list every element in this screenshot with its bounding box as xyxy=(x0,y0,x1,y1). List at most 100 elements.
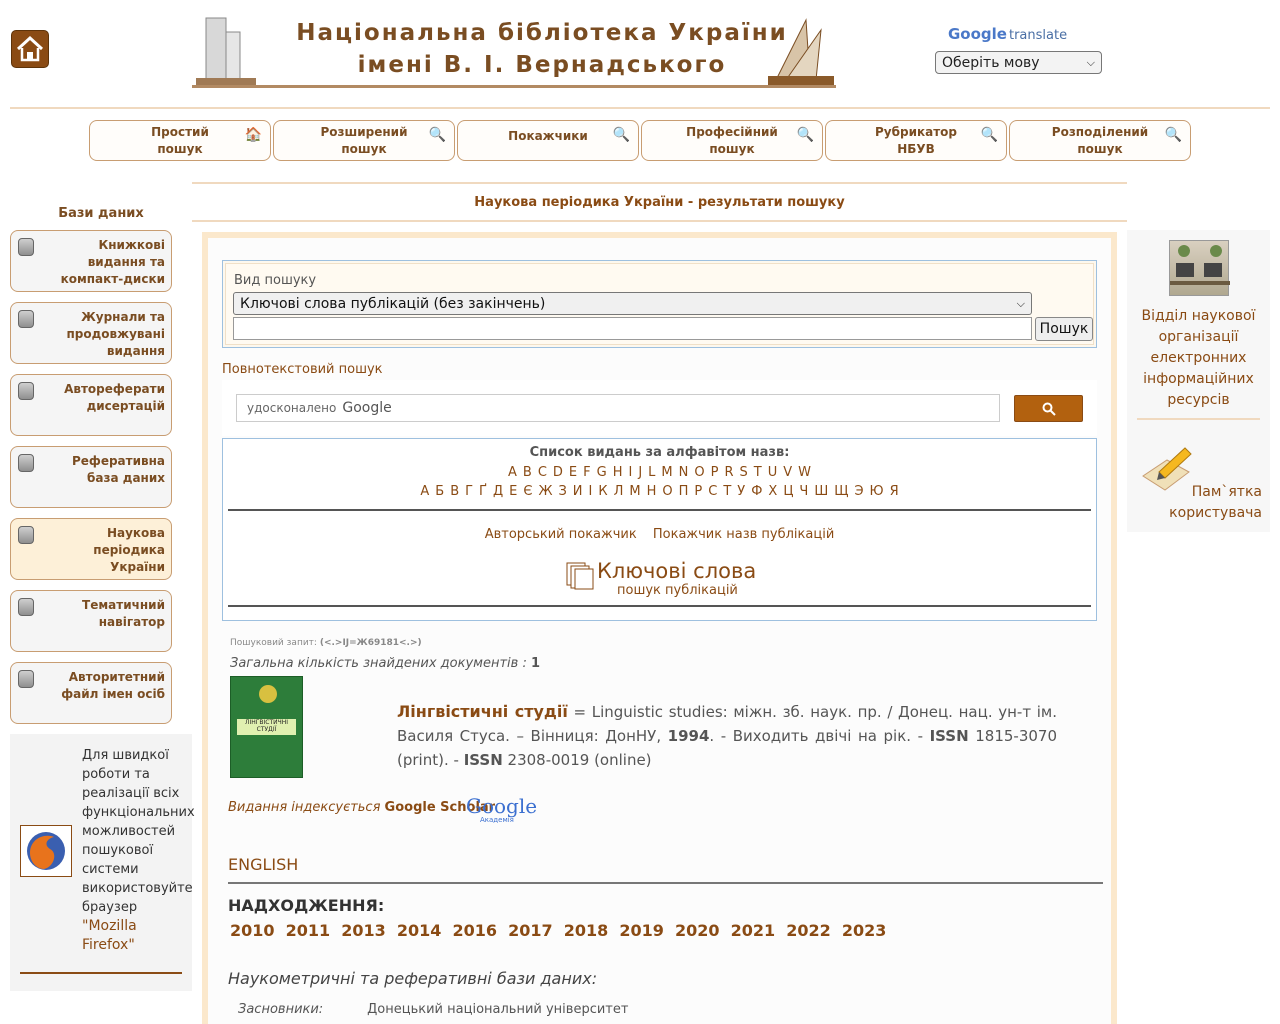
letter-link[interactable]: В xyxy=(450,484,459,499)
letter-link[interactable]: J xyxy=(638,465,642,480)
year-link[interactable]: 2014 xyxy=(397,921,442,940)
letter-link[interactable]: I xyxy=(628,465,632,480)
letter-link[interactable]: Н xyxy=(647,484,657,499)
department-link[interactable]: Відділ наукової організації електронних … xyxy=(1137,306,1260,411)
sidebar-item-navigator[interactable]: Тематичний навігатор xyxy=(10,590,172,652)
year-link[interactable]: 2016 xyxy=(453,921,498,940)
year-link[interactable]: 2019 xyxy=(619,921,664,940)
letter-link[interactable]: Є xyxy=(523,484,532,499)
letter-link[interactable]: Ц xyxy=(783,484,793,499)
letter-link[interactable]: Б xyxy=(435,484,444,499)
letter-link[interactable]: Д xyxy=(493,484,503,499)
sidebar-item-authority-file[interactable]: Авторитетний файл імен осіб xyxy=(10,662,172,724)
letter-link[interactable]: З xyxy=(558,484,566,499)
letter-link[interactable]: А xyxy=(420,484,429,499)
year-link[interactable]: 2011 xyxy=(286,921,331,940)
nav-professional-search[interactable]: Професійний пошук 🔍 xyxy=(641,120,823,161)
letter-link[interactable]: Л xyxy=(614,484,624,499)
letter-link[interactable]: O xyxy=(694,465,704,480)
letter-link[interactable]: M xyxy=(661,465,672,480)
letter-link[interactable]: N xyxy=(679,465,689,480)
letter-link[interactable]: Г xyxy=(465,484,473,499)
letter-link[interactable]: H xyxy=(613,465,623,480)
letter-link[interactable]: Ж xyxy=(538,484,552,499)
year-link[interactable]: 2010 xyxy=(230,921,275,940)
home-button[interactable] xyxy=(11,30,49,68)
google-scholar-link[interactable]: Видання індексується Google Scholar xyxy=(228,800,495,815)
search-input[interactable] xyxy=(233,317,1032,340)
letter-link[interactable]: Ч xyxy=(799,484,808,499)
search-type-select[interactable]: Ключові слова публікацій (без закінчень)… xyxy=(233,292,1032,315)
letter-link[interactable]: О xyxy=(662,484,672,499)
publication-title-link[interactable]: Лінгвістичні студії xyxy=(397,702,568,721)
letter-link[interactable]: С xyxy=(708,484,717,499)
year-link[interactable]: 2017 xyxy=(508,921,553,940)
letter-link[interactable]: B xyxy=(523,465,532,480)
nav-indexes[interactable]: Покажчики 🔍 xyxy=(457,120,639,161)
letter-link[interactable]: Э xyxy=(854,484,863,499)
sidebar-item-referative[interactable]: Реферативна база даних xyxy=(10,446,172,508)
sidebar-item-periodicals[interactable]: Наукова періодика України xyxy=(10,518,172,580)
firefox-icon[interactable] xyxy=(20,825,72,877)
letter-link[interactable]: D xyxy=(553,465,563,480)
letter-link[interactable]: Т xyxy=(723,484,731,499)
gcs-search-button[interactable] xyxy=(1014,395,1083,422)
letter-link[interactable]: W xyxy=(798,465,811,480)
title-index-link[interactable]: Покажчик назв публікацій xyxy=(653,527,834,542)
sidebar-item-journals[interactable]: Журнали та продовжувані видання xyxy=(10,302,172,364)
department-photo[interactable] xyxy=(1169,240,1230,296)
sidebar-item-abstracts[interactable]: Автореферати дисертацій xyxy=(10,374,172,436)
chevron-down-icon: ⌵ xyxy=(1086,55,1095,69)
letter-link[interactable]: Х xyxy=(768,484,777,499)
letter-link[interactable]: Р xyxy=(694,484,702,499)
gcs-input[interactable]: удосконалено Google xyxy=(236,394,1000,422)
journal-cover[interactable]: ЛІНГВІСТИЧНІ СТУДІЇ xyxy=(230,676,303,778)
year-link[interactable]: 2020 xyxy=(675,921,720,940)
year-link[interactable]: 2021 xyxy=(731,921,776,940)
letter-link[interactable]: Я xyxy=(890,484,899,499)
letter-link[interactable]: Ю xyxy=(870,484,884,499)
year-link[interactable]: 2022 xyxy=(786,921,831,940)
letter-link[interactable]: F xyxy=(583,465,590,480)
letter-link[interactable]: Ш xyxy=(814,484,828,499)
google-scholar-logo[interactable]: Google Академія xyxy=(466,794,537,824)
sidebar-item-books[interactable]: Книжкові видання та компакт-диски xyxy=(10,230,172,292)
letter-link[interactable]: P xyxy=(711,465,719,480)
letter-link[interactable]: І xyxy=(589,484,593,499)
letter-link[interactable]: E xyxy=(569,465,577,480)
sidebar-item-label: Автореферати дисертацій xyxy=(64,382,165,413)
letter-link[interactable]: L xyxy=(648,465,655,480)
letter-link[interactable]: A xyxy=(508,465,517,480)
letter-link[interactable]: Щ xyxy=(834,484,848,499)
nav-advanced-search[interactable]: Розширений пошук 🔍 xyxy=(273,120,455,161)
letter-link[interactable]: У xyxy=(737,484,745,499)
letter-link[interactable]: Е xyxy=(509,484,517,499)
letter-link[interactable]: C xyxy=(538,465,547,480)
author-index-link[interactable]: Авторський покажчик xyxy=(485,527,637,542)
letter-link[interactable]: U xyxy=(768,465,778,480)
ref-databases-title: Наукометричні та реферативні бази даних: xyxy=(228,969,598,988)
firefox-link[interactable]: "Mozilla Firefox" xyxy=(82,918,137,953)
letter-link[interactable]: М xyxy=(629,484,640,499)
user-guide-link[interactable]: Пам`ятка користувача xyxy=(1137,482,1262,524)
letter-link[interactable]: И xyxy=(573,484,583,499)
letter-link[interactable]: S xyxy=(740,465,748,480)
letter-link[interactable]: G xyxy=(597,465,607,480)
language-select[interactable]: Оберіть мову ⌵ xyxy=(935,51,1102,74)
year-link[interactable]: 2023 xyxy=(842,921,887,940)
letter-link[interactable]: Ф xyxy=(751,484,762,499)
letter-link[interactable]: T xyxy=(754,465,762,480)
letter-link[interactable]: К xyxy=(598,484,607,499)
nav-rubricator[interactable]: Рубрикатор НБУВ 🔍 xyxy=(825,120,1007,161)
letter-link[interactable]: R xyxy=(724,465,733,480)
letter-link[interactable]: V xyxy=(783,465,792,480)
search-button[interactable]: Пошук xyxy=(1035,317,1093,341)
nav-simple-search[interactable]: Простий пошук 🏠 xyxy=(89,120,271,161)
nav-distributed-search[interactable]: Розподілений пошук 🔍 xyxy=(1009,120,1191,161)
letter-link[interactable]: Ґ xyxy=(479,484,487,499)
english-link[interactable]: ENGLISH xyxy=(228,855,298,874)
letter-link[interactable]: П xyxy=(679,484,689,499)
library-banner[interactable]: Національна бібліотека України імені В. … xyxy=(192,10,836,90)
year-link[interactable]: 2018 xyxy=(564,921,609,940)
year-link[interactable]: 2013 xyxy=(341,921,386,940)
